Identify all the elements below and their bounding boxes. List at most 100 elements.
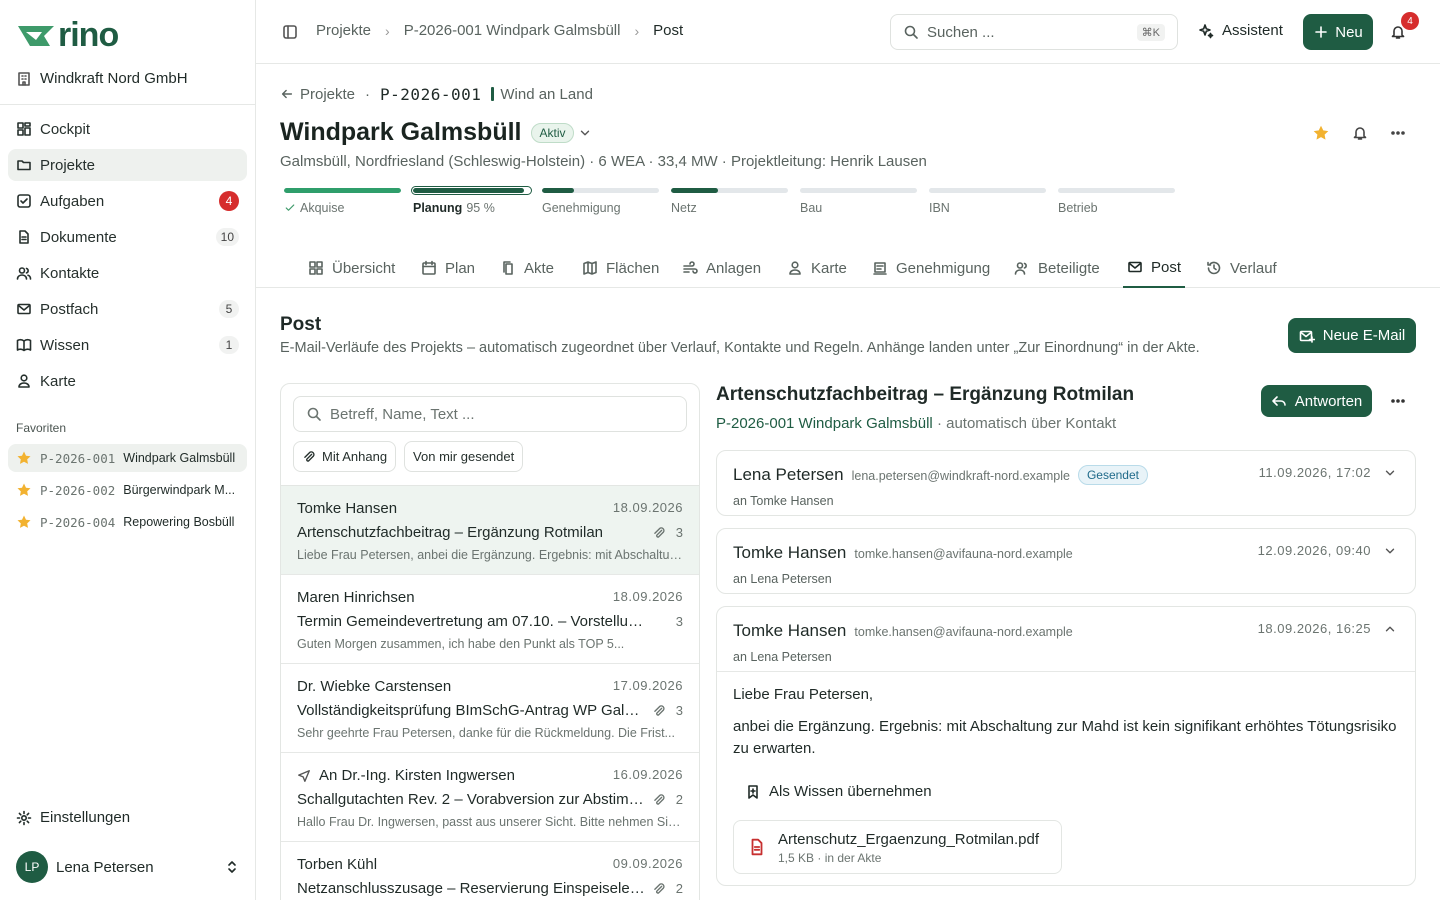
tab-karte[interactable]: Karte bbox=[783, 248, 851, 288]
phase-betrieb[interactable]: Betrieb bbox=[1058, 188, 1175, 215]
tab-anlagen[interactable]: Anlagen bbox=[678, 248, 765, 288]
phase-name: Netz bbox=[671, 201, 697, 215]
tab-label: Akte bbox=[524, 259, 555, 277]
user-menu[interactable]: LP Lena Petersen bbox=[16, 851, 240, 883]
send-icon bbox=[298, 769, 310, 782]
mail-list-item[interactable]: Tomke Hansen 18.09.2026 Artenschutzfachbe… bbox=[281, 486, 699, 575]
mail-list: Betreff, Name, Text ... Mit Anhang Von m… bbox=[280, 383, 700, 900]
tab-label: Übersicht bbox=[332, 259, 396, 277]
phase-label: Planung 95 % bbox=[413, 201, 530, 215]
tab-genehmigung[interactable]: Genehmigung bbox=[868, 248, 994, 288]
phase-name: Bau bbox=[800, 201, 823, 215]
favorite-item[interactable]: P-2026-001 Windpark Galmsbüll bbox=[8, 444, 247, 472]
mail-sender: Torben Kühl bbox=[297, 856, 378, 873]
title-row: Windpark Galmsbüll Aktiv bbox=[280, 118, 592, 147]
tab-label: Plan bbox=[445, 259, 476, 277]
mail-date: 18.09.2026 bbox=[612, 500, 683, 515]
nav-item-wissen[interactable]: Wissen 1 bbox=[8, 329, 247, 361]
checkbox-icon bbox=[17, 194, 31, 208]
favorite-item[interactable]: P-2026-002 Bürgerwindpark M... bbox=[8, 476, 247, 504]
back-link[interactable]: Projekte bbox=[280, 86, 355, 103]
tab-plan[interactable]: Plan bbox=[417, 248, 479, 288]
breadcrumb-item[interactable]: Projekte bbox=[316, 22, 371, 39]
mail-list-item[interactable]: Maren Hinrichsen 18.09.2026 Termin Gemein… bbox=[281, 575, 699, 664]
mail-search-placeholder: Betreff, Name, Text ... bbox=[330, 405, 475, 423]
chevron-down-icon[interactable] bbox=[1383, 544, 1397, 558]
phase-ibn[interactable]: IBN bbox=[929, 188, 1046, 215]
phase-bau[interactable]: Bau bbox=[800, 188, 917, 215]
filter-chip-attachment[interactable]: Mit Anhang bbox=[293, 441, 397, 472]
nav-item-postfach[interactable]: Postfach 5 bbox=[8, 293, 247, 325]
message-email: tomke.hansen@avifauna-nord.example bbox=[854, 625, 1073, 639]
new-email-button[interactable]: Neue E-Mail bbox=[1288, 318, 1416, 353]
plus-icon bbox=[1315, 26, 1328, 38]
phase-planung[interactable]: Planung 95 % bbox=[411, 186, 532, 215]
mail-plus-icon bbox=[1299, 330, 1315, 343]
phase-fill bbox=[413, 188, 525, 193]
mail-list-item[interactable]: An Dr.-Ing. Kirsten Ingwersen 16.09.2026 … bbox=[281, 753, 699, 842]
breadcrumb-item[interactable]: P-2026-001 Windpark Galmsbüll bbox=[404, 22, 621, 39]
mail-date: 17.09.2026 bbox=[612, 678, 683, 693]
thread-more-button[interactable] bbox=[1390, 393, 1406, 409]
tab-verlauf[interactable]: Verlauf bbox=[1202, 248, 1281, 288]
mail-subject: Vollständigkeitsprüfung BImSchG-Antrag W… bbox=[297, 702, 647, 719]
check-icon bbox=[285, 204, 295, 211]
nav-item-dokumente[interactable]: Dokumente 10 bbox=[8, 221, 247, 253]
mail-subject: Artenschutzfachbeitrag – Ergänzung Rotmi… bbox=[297, 524, 604, 541]
mail-thread-count: 3 bbox=[675, 525, 683, 540]
tab-flaechen[interactable]: Flächen bbox=[578, 248, 663, 288]
mail-list-item[interactable]: Dr. Wiebke Carstensen 17.09.2026 Vollstän… bbox=[281, 664, 699, 753]
project-tabs: Übersicht Plan Akte Flächen Anlagen Kart… bbox=[256, 248, 1440, 288]
mail-search-input[interactable]: Betreff, Name, Text ... bbox=[293, 396, 687, 432]
status-badge[interactable]: Aktiv bbox=[531, 122, 574, 143]
message-recipient: an Tomke Hansen bbox=[733, 494, 834, 508]
chip-label: Mit Anhang bbox=[322, 449, 388, 464]
phase-netz[interactable]: Netz bbox=[671, 188, 788, 215]
nav-item-aufgaben[interactable]: Aufgaben 4 bbox=[8, 185, 247, 217]
paperclip-icon bbox=[304, 450, 315, 462]
thread-message-collapsed[interactable]: Tomke Hansen tomke.hansen@avifauna-nord.e… bbox=[716, 528, 1416, 594]
chevron-up-icon[interactable] bbox=[1383, 622, 1397, 636]
search-placeholder: Suchen ... bbox=[927, 23, 995, 41]
organization-switcher[interactable]: Windkraft Nord GmbH bbox=[16, 70, 188, 87]
filter-chip-sent-by-me[interactable]: Von mir gesendet bbox=[404, 441, 524, 472]
people-icon bbox=[16, 267, 32, 280]
mail-list-item[interactable]: Torben Kühl 09.09.2026 Netzanschlusszusag… bbox=[281, 842, 699, 900]
tab-beteiligte[interactable]: Beteiligte bbox=[1010, 248, 1104, 288]
phase-akquise[interactable]: Akquise bbox=[284, 188, 401, 215]
nav-item-kontakte[interactable]: Kontakte bbox=[8, 257, 247, 289]
grid-icon bbox=[17, 122, 31, 136]
global-search-input[interactable]: Suchen ... ⌘K bbox=[890, 14, 1178, 50]
tab-post[interactable]: Post bbox=[1123, 248, 1186, 288]
tab-akte[interactable]: Akte bbox=[496, 248, 558, 288]
bell-icon[interactable] bbox=[1352, 125, 1368, 141]
chevron-down-icon[interactable] bbox=[578, 126, 592, 140]
tab-uebersicht[interactable]: Übersicht bbox=[304, 248, 399, 288]
new-button[interactable]: Neu bbox=[1303, 14, 1373, 50]
phase-genehmigung[interactable]: Genehmigung bbox=[542, 188, 659, 215]
nav-item-cockpit[interactable]: Cockpit bbox=[8, 113, 247, 145]
star-icon[interactable] bbox=[1312, 124, 1330, 142]
save-as-knowledge-button[interactable]: Als Wissen übernehmen bbox=[745, 783, 932, 800]
phase-label: Bau bbox=[800, 201, 917, 215]
reply-button[interactable]: Antworten bbox=[1261, 385, 1372, 417]
chevron-down-icon[interactable] bbox=[1383, 466, 1397, 480]
favorite-id: P-2026-001 bbox=[40, 450, 116, 466]
sidebar-toggle-button[interactable] bbox=[282, 24, 298, 40]
settings-link[interactable]: Einstellungen bbox=[16, 809, 130, 826]
favorite-item[interactable]: P-2026-004 Repowering Bosbüll bbox=[8, 508, 247, 536]
save-as-knowledge-label: Als Wissen übernehmen bbox=[769, 783, 932, 800]
nav-label: Dokumente bbox=[40, 228, 117, 246]
more-icon[interactable] bbox=[1390, 125, 1406, 141]
nav-item-projekte[interactable]: Projekte bbox=[8, 149, 247, 181]
logo[interactable]: rino bbox=[16, 16, 119, 54]
thread-message-collapsed[interactable]: Lena Petersen lena.petersen@windkraft-nor… bbox=[716, 450, 1416, 516]
assistant-button[interactable]: Assistent bbox=[1198, 22, 1283, 39]
attachment-card[interactable]: Artenschutz_Ergaenzung_Rotmilan.pdf 1,5 … bbox=[733, 820, 1062, 874]
project-id: P-2026-001 bbox=[380, 84, 482, 104]
thread-project-link[interactable]: P-2026-001 Windpark Galmsbüll bbox=[716, 415, 933, 432]
mail-subject: Netzanschlusszusage – Reservierung Einsp… bbox=[297, 880, 647, 897]
nav-item-karte[interactable]: Karte bbox=[8, 365, 247, 397]
message-body: anbei die Ergänzung. Ergebnis: mit Absch… bbox=[733, 718, 1397, 757]
favorite-name: Windpark Galmsbüll bbox=[123, 451, 236, 465]
